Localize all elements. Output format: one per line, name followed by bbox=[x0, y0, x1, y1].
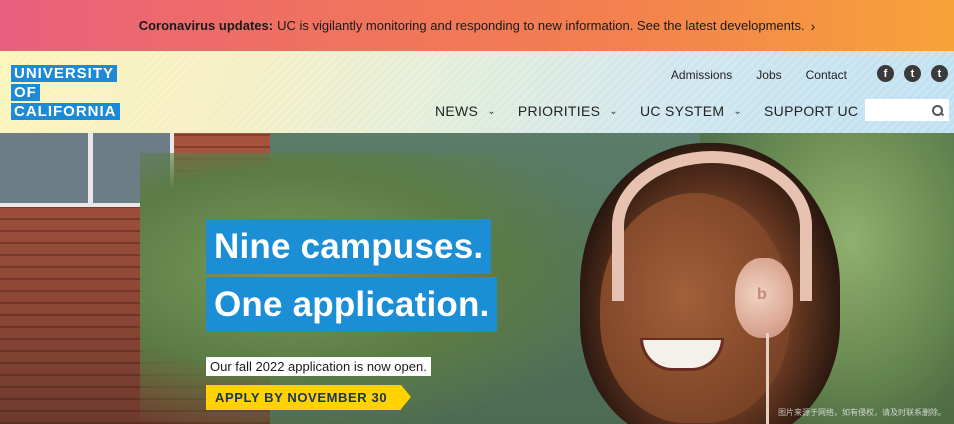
chevron-down-icon: ⌄ bbox=[733, 105, 743, 117]
alert-message[interactable]: UC is vigilantly monitoring and respondi… bbox=[277, 18, 805, 33]
hero-headline-1: Nine campuses. bbox=[206, 219, 492, 274]
twitter-icon[interactable]: t bbox=[904, 65, 921, 82]
chevron-down-icon: ⌄ bbox=[609, 105, 618, 117]
headphones-cord bbox=[766, 333, 769, 424]
apply-cta-button[interactable]: APPLY BY NOVEMBER 30 bbox=[206, 385, 412, 410]
search-input[interactable] bbox=[865, 99, 949, 121]
headphones-earcup: b bbox=[735, 258, 793, 338]
tumblr-icon[interactable]: t bbox=[931, 65, 948, 82]
utility-nav: Admissions Jobs Contact bbox=[671, 68, 847, 82]
search-icon[interactable] bbox=[932, 104, 943, 116]
nav-item-news[interactable]: NEWS ⌄ bbox=[435, 103, 496, 119]
image-watermark: 图片来源于网络，如有侵权，请及时联系删除。 bbox=[778, 408, 946, 417]
logo-line-2: OF bbox=[11, 84, 40, 101]
nav-item-label: PRIORITIES bbox=[517, 103, 601, 119]
uc-logo[interactable]: UNIVERSITY OF CALIFORNIA bbox=[11, 65, 121, 122]
main-nav: NEWS ⌄ PRIORITIES ⌄ UC SYSTEM ⌄ SUPPORT … bbox=[435, 103, 876, 119]
jobs-link[interactable]: Jobs bbox=[756, 68, 781, 82]
nav-item-label: SUPPORT UC bbox=[764, 103, 859, 119]
nav-item-label: NEWS bbox=[435, 103, 479, 119]
nav-item-uc-system[interactable]: UC SYSTEM ⌄ bbox=[640, 103, 742, 119]
alert-label: Coronavirus updates: bbox=[138, 18, 274, 33]
hero-headline-2: One application. bbox=[206, 277, 498, 332]
chevron-right-icon: › bbox=[810, 17, 816, 34]
hero-subtext: Our fall 2022 application is now open. bbox=[206, 357, 431, 376]
nav-item-label: UC SYSTEM bbox=[639, 103, 725, 119]
logo-line-1: UNIVERSITY bbox=[11, 65, 118, 82]
nav-item-priorities[interactable]: PRIORITIES ⌄ bbox=[518, 103, 618, 119]
alert-banner[interactable]: Coronavirus updates: UC is vigilantly mo… bbox=[0, 0, 954, 51]
nav-item-support-uc[interactable]: SUPPORT UC ⌄ bbox=[764, 103, 876, 119]
chevron-down-icon: ⌄ bbox=[487, 105, 496, 117]
contact-link[interactable]: Contact bbox=[806, 68, 847, 82]
admissions-link[interactable]: Admissions bbox=[671, 68, 732, 82]
logo-line-3: CALIFORNIA bbox=[11, 103, 120, 120]
site-header: UNIVERSITY OF CALIFORNIA Admissions Jobs… bbox=[0, 51, 954, 133]
facebook-icon[interactable]: f bbox=[877, 65, 894, 82]
social-links: f t t bbox=[877, 65, 948, 82]
